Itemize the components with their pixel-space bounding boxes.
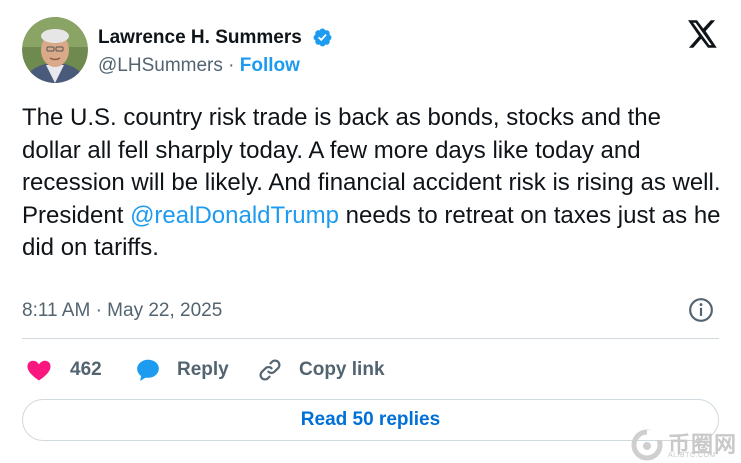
reply-label: Reply bbox=[177, 359, 229, 380]
avatar[interactable] bbox=[22, 17, 88, 83]
x-logo-icon[interactable] bbox=[688, 20, 718, 48]
verified-badge-icon bbox=[313, 28, 332, 47]
tweet-text: The U.S. country risk trade is back as b… bbox=[22, 102, 722, 265]
handle-separator: · bbox=[222, 55, 240, 76]
speech-bubble-icon bbox=[137, 359, 159, 381]
link-icon bbox=[259, 359, 281, 381]
heart-icon bbox=[27, 360, 51, 381]
tweet-embed-card: Lawrence H. Summers @LHSummers · Follow … bbox=[0, 0, 741, 463]
like-button[interactable]: 462 bbox=[26, 355, 102, 385]
watermark-logo-icon bbox=[631, 429, 665, 461]
author-handle[interactable]: @LHSummers bbox=[98, 55, 223, 76]
divider bbox=[22, 338, 719, 339]
author-name[interactable]: Lawrence H. Summers bbox=[98, 27, 302, 49]
follow-button[interactable]: Follow bbox=[240, 55, 300, 76]
handle-row: @LHSummers · Follow bbox=[98, 55, 300, 77]
read-replies-button[interactable]: Read 50 replies bbox=[22, 399, 719, 441]
watermark-subtext: ALIBTC.COM bbox=[668, 452, 716, 459]
info-icon[interactable] bbox=[688, 297, 714, 323]
copy-link-button[interactable]: Copy link bbox=[257, 355, 385, 385]
reply-button[interactable]: Reply bbox=[135, 355, 229, 385]
copy-link-label: Copy link bbox=[299, 359, 385, 380]
read-replies-label: Read 50 replies bbox=[300, 409, 441, 430]
mention-link[interactable]: @realDonaldTrump bbox=[130, 202, 339, 229]
like-count: 462 bbox=[70, 359, 102, 380]
watermark: 币圈网 ALIBTC.COM bbox=[628, 426, 741, 463]
tweet-timestamp[interactable]: 8:11 AM · May 22, 2025 bbox=[22, 300, 222, 322]
